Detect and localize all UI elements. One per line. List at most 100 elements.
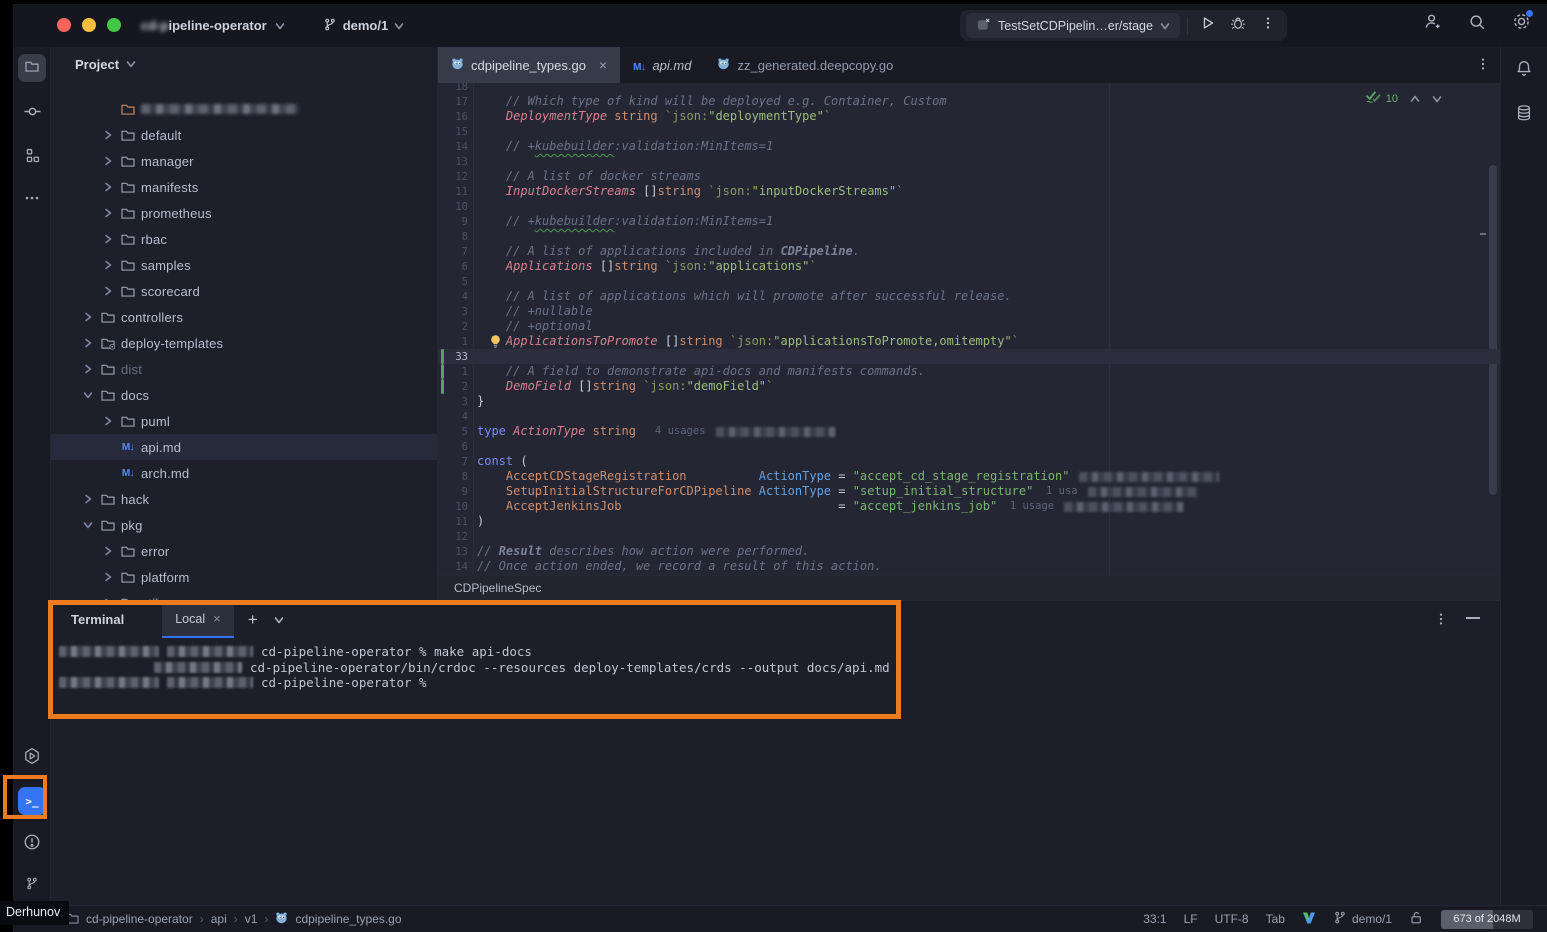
status-breadcrumb-cd-pipeline-operator[interactable]: cd-pipeline-operator: [86, 912, 193, 926]
terminal-tab-local[interactable]: Local ×: [162, 601, 233, 638]
settings-button[interactable]: [1512, 12, 1531, 36]
code-line-4[interactable]: 4: [438, 409, 1500, 424]
chevron-right-icon[interactable]: [98, 572, 118, 582]
close-icon[interactable]: ×: [213, 611, 221, 626]
tree-item-hack[interactable]: hack: [51, 486, 437, 512]
chevron-right-icon[interactable]: [98, 156, 118, 166]
code-line-4[interactable]: 4 // A list of applications which will p…: [438, 289, 1500, 304]
code-line-13[interactable]: 13// Result describes how action were pe…: [438, 544, 1500, 559]
line-separator-widget[interactable]: LF: [1184, 912, 1198, 926]
chevron-right-icon[interactable]: [98, 182, 118, 192]
tree-item-controllers[interactable]: controllers: [51, 304, 437, 330]
terminal-dropdown-button[interactable]: [274, 615, 284, 625]
editor-tab-zz_generated.deepcopy.go[interactable]: zz_generated.deepcopy.go: [704, 47, 906, 83]
terminal-panel-title[interactable]: Terminal: [71, 612, 124, 627]
chevron-right-icon[interactable]: [98, 234, 118, 244]
code-line-14[interactable]: 14 // +kubebuilder:validation:MinItems=1: [438, 139, 1500, 154]
code-line-3[interactable]: 3}: [438, 394, 1500, 409]
chevron-right-icon[interactable]: [78, 338, 98, 348]
chevron-down-icon[interactable]: [78, 390, 98, 400]
tree-item-manager[interactable]: manager: [51, 148, 437, 174]
run-configuration-selector[interactable]: TestSetCDPipelin…er/stage: [966, 13, 1180, 38]
project-widget[interactable]: cd-pipeline-operator: [141, 18, 285, 33]
code-line-5[interactable]: 5type ActionType string 4 usages: [438, 424, 1500, 439]
commit-tool-button[interactable]: [18, 100, 46, 128]
code-line-8[interactable]: 8 AcceptCDStageRegistration ActionType =…: [438, 469, 1500, 484]
code-line-12[interactable]: 12: [438, 529, 1500, 544]
code-line-2[interactable]: 2 DemoField []string `json:"demoField"`: [438, 379, 1500, 394]
tab-options-button[interactable]: [1476, 56, 1490, 77]
problems-tool-button[interactable]: [18, 830, 46, 858]
terminal-output[interactable]: cd-pipeline-operator % make api-docscd-p…: [51, 638, 1500, 691]
tree-item-api.md[interactable]: M↓api.md: [51, 434, 437, 460]
code-with-me-button[interactable]: [1423, 12, 1442, 36]
code-line-14[interactable]: 14// Once action ended, we record a resu…: [438, 559, 1500, 574]
tree-item-arch.md[interactable]: M↓arch.md: [51, 460, 437, 486]
new-terminal-button[interactable]: +: [248, 610, 258, 630]
tree-item-pkg[interactable]: pkg: [51, 512, 437, 538]
code-line-6[interactable]: 6: [438, 439, 1500, 454]
code-line-3[interactable]: 3 // +nullable: [438, 304, 1500, 319]
code-line-8[interactable]: 8: [438, 229, 1500, 244]
code-line-11[interactable]: 11 InputDockerStreams []string `json:"in…: [438, 184, 1500, 199]
chevron-right-icon[interactable]: [98, 208, 118, 218]
run-button[interactable]: [1195, 13, 1221, 39]
code-line-7[interactable]: 7const (: [438, 454, 1500, 469]
vcs-branch-widget[interactable]: demo/1: [323, 17, 405, 35]
chevron-right-icon[interactable]: [78, 312, 98, 322]
status-branch-widget[interactable]: demo/1: [1333, 910, 1392, 928]
chevron-right-icon[interactable]: [98, 130, 118, 140]
code-line-10[interactable]: 10 AcceptJenkinsJob = "accept_jenkins_jo…: [438, 499, 1500, 514]
code-line-9[interactable]: 9 SetupInitialStructureForCDPipeline Act…: [438, 484, 1500, 499]
code-line-2[interactable]: 2 // +optional: [438, 319, 1500, 334]
tree-item-rbac[interactable]: rbac: [51, 226, 437, 252]
chevron-right-icon[interactable]: [98, 416, 118, 426]
code-line-15[interactable]: 15: [438, 124, 1500, 139]
memory-indicator[interactable]: 673 of 2048M: [1441, 910, 1533, 929]
code-line-7[interactable]: 7 // A list of applications included in …: [438, 244, 1500, 259]
zoom-window-button[interactable]: [107, 18, 121, 32]
ideavim-widget[interactable]: [1302, 911, 1316, 928]
code-line-5[interactable]: 5: [438, 274, 1500, 289]
tree-item-default[interactable]: default: [51, 122, 437, 148]
code-line-6[interactable]: 6 Applications []string `json:"applicati…: [438, 259, 1500, 274]
search-everywhere-button[interactable]: [1468, 13, 1486, 36]
chevron-right-icon[interactable]: [98, 260, 118, 270]
editor-tab-cdpipeline_types.go[interactable]: cdpipeline_types.go×: [438, 47, 620, 83]
code-line-18[interactable]: 18: [438, 83, 1500, 94]
tree-item-util[interactable]: util: [51, 590, 437, 600]
caret-position-widget[interactable]: 33:1: [1143, 912, 1166, 926]
breadcrumb[interactable]: CDPipelineSpec: [454, 581, 541, 595]
tree-item-samples[interactable]: samples: [51, 252, 437, 278]
project-tool-button[interactable]: [18, 54, 46, 82]
database-tool-button[interactable]: [1515, 104, 1533, 127]
code-line-16[interactable]: 16 DeploymentType string `json:"deployme…: [438, 109, 1500, 124]
close-window-button[interactable]: [57, 18, 71, 32]
status-breadcrumb-cdpipeline_types.go[interactable]: cdpipeline_types.go: [295, 912, 401, 926]
chevron-right-icon[interactable]: [98, 286, 118, 296]
tree-item-manifests[interactable]: manifests: [51, 174, 437, 200]
editor-tab-api.md[interactable]: M↓api.md: [620, 47, 704, 83]
chevron-right-icon[interactable]: [78, 364, 98, 374]
git-tool-button[interactable]: [18, 872, 46, 900]
more-tool-windows-button[interactable]: [18, 186, 46, 214]
code-line-33[interactable]: 33: [438, 349, 1500, 364]
code-line-13[interactable]: 13: [438, 154, 1500, 169]
tree-item-blurred[interactable]: [51, 96, 437, 122]
encoding-widget[interactable]: UTF-8: [1215, 912, 1249, 926]
terminal-options-button[interactable]: [1434, 611, 1448, 632]
terminal-tool-button[interactable]: >_: [18, 787, 46, 815]
code-line-1[interactable]: 1 ApplicationsToPromote []string `json:"…: [438, 334, 1500, 349]
code-line-12[interactable]: 12 // A list of docker streams: [438, 169, 1500, 184]
minimize-window-button[interactable]: [82, 18, 96, 32]
notifications-button[interactable]: [1515, 59, 1533, 82]
code-line-11[interactable]: 11): [438, 514, 1500, 529]
chevron-down-icon[interactable]: [126, 59, 136, 69]
tree-item-platform[interactable]: platform: [51, 564, 437, 590]
more-run-options-button[interactable]: [1255, 13, 1281, 39]
indent-widget[interactable]: Tab: [1266, 912, 1285, 926]
status-breadcrumb-api[interactable]: api: [211, 912, 227, 926]
code-line-10[interactable]: 10: [438, 199, 1500, 214]
code-line-9[interactable]: 9 // +kubebuilder:validation:MinItems=1: [438, 214, 1500, 229]
tree-item-docs[interactable]: docs: [51, 382, 437, 408]
